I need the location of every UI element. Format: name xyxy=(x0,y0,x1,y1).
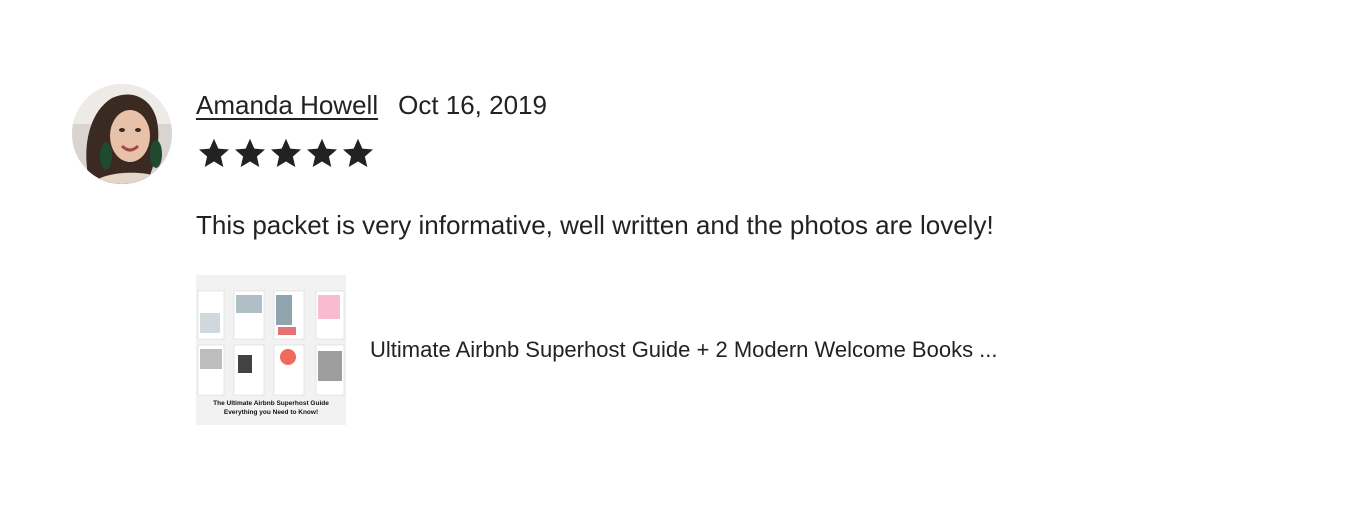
thumbnail-caption-line2: Everything you Need to Know! xyxy=(223,409,319,416)
star-icon xyxy=(235,138,265,168)
review-text: This packet is very informative, well wr… xyxy=(196,210,994,240)
thumbnail-caption-line1: The Ultimate Airbnb Superhost Guide xyxy=(213,400,329,407)
reviewer-name-link[interactable]: Amanda Howell xyxy=(196,84,378,126)
star-icon xyxy=(343,138,373,168)
avatar-photo-icon xyxy=(72,84,172,184)
star-icon xyxy=(271,138,301,168)
star-rating xyxy=(196,136,376,172)
review-header: Amanda Howell Oct 16, 2019 xyxy=(196,84,1246,126)
reviewer-avatar[interactable] xyxy=(72,84,172,184)
thumbnail-caption: The Ultimate Airbnb Superhost Guide Ever… xyxy=(196,399,346,417)
listing-thumbnail[interactable]: The Ultimate Airbnb Superhost Guide Ever… xyxy=(196,275,346,425)
review-date: Oct 16, 2019 xyxy=(398,90,547,120)
review-content: Amanda Howell Oct 16, 2019 This packet i… xyxy=(196,84,1246,425)
star-icon xyxy=(307,138,337,168)
listing-link[interactable]: The Ultimate Airbnb Superhost Guide Ever… xyxy=(196,275,998,425)
star-icon xyxy=(199,138,229,168)
listing-title[interactable]: Ultimate Airbnb Superhost Guide + 2 Mode… xyxy=(370,337,998,363)
